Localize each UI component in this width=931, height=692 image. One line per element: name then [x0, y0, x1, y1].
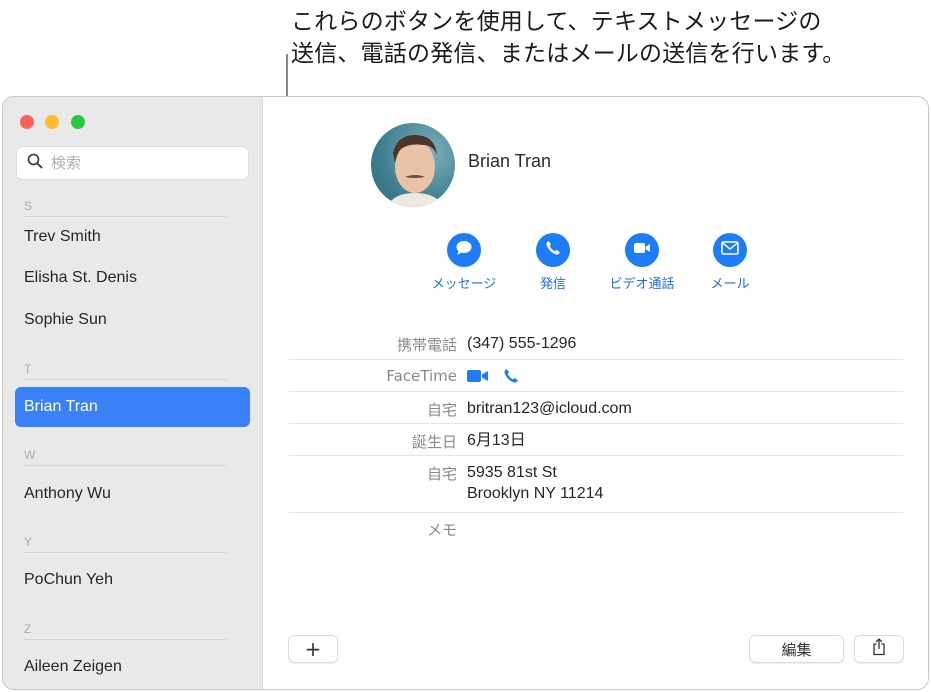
video-camera-icon: [633, 241, 651, 260]
message-action-button[interactable]: メッセージ: [419, 233, 509, 292]
action-label: メッセージ: [431, 277, 497, 292]
sidebar: S Trev Smith Elisha St. Denis Sophie Sun…: [3, 97, 263, 689]
field-facetime: FaceTime: [289, 360, 903, 392]
facetime-audio-icon[interactable]: [503, 368, 519, 389]
callout-line-2: 送信、電話の発信、またはメールの送信を行います。: [291, 41, 846, 67]
field-label: 携帯電話: [396, 336, 457, 354]
field-label: 自宅: [426, 401, 457, 419]
envelope-icon: [721, 240, 739, 260]
field-mobile-phone: 携帯電話 (347) 555-1296: [289, 327, 903, 360]
minimize-button[interactable]: [45, 115, 59, 129]
add-contact-button[interactable]: +: [288, 635, 338, 663]
field-label: FaceTime: [386, 367, 457, 385]
contact-list-item[interactable]: Anthony Wu: [15, 474, 250, 514]
field-address: 自宅 5935 81st St Brooklyn NY 11214: [289, 456, 903, 513]
section-header-w: W: [24, 448, 226, 466]
action-label: ビデオ通話: [609, 277, 675, 292]
contact-list-item-selected[interactable]: Brian Tran: [15, 387, 250, 427]
field-birthday: 誕生日 6月13日: [289, 424, 903, 456]
address-value[interactable]: 5935 81st St Brooklyn NY 11214: [467, 462, 603, 504]
share-button[interactable]: [854, 635, 904, 663]
callout-line-1: これらのボタンを使用して、テキストメッセージの: [291, 9, 822, 35]
section-header-t: T: [24, 362, 226, 380]
contact-name: Brian Tran: [468, 151, 552, 171]
action-label: メール: [710, 277, 750, 292]
field-label: 自宅: [426, 465, 457, 483]
section-header-s: S: [24, 199, 226, 217]
contact-list-item[interactable]: Trev Smith: [15, 217, 250, 257]
contact-list-item[interactable]: PoChun Yeh: [15, 560, 250, 600]
birthday-value: 6月13日: [467, 432, 526, 449]
search-icon: [27, 153, 43, 174]
field-email: 自宅 britran123@icloud.com: [289, 392, 903, 424]
share-icon: [872, 638, 886, 660]
section-header-y: Y: [24, 535, 226, 553]
plus-icon: +: [304, 637, 322, 661]
contact-list-item[interactable]: Elisha St. Denis: [15, 258, 250, 298]
callout-annotation: これらのボタンを使用して、テキストメッセージの 送信、電話の発信、またはメールの…: [291, 6, 846, 70]
message-bubble-icon: [455, 239, 473, 262]
field-label: メモ: [426, 521, 457, 539]
contact-avatar: [371, 123, 455, 207]
facetime-video-icon[interactable]: [467, 369, 489, 388]
phone-number-value[interactable]: (347) 555-1296: [467, 333, 576, 354]
field-label: 誕生日: [411, 433, 457, 451]
section-header-z: Z: [24, 622, 226, 640]
search-input[interactable]: [51, 154, 231, 172]
search-field[interactable]: [16, 146, 249, 180]
field-note: メモ: [289, 513, 903, 545]
phone-icon: [545, 240, 561, 261]
action-label[interactable]: 発信: [508, 273, 598, 292]
mail-action-button[interactable]: メール: [685, 233, 775, 292]
close-button[interactable]: [20, 115, 34, 129]
email-value[interactable]: britran123@icloud.com: [467, 398, 632, 419]
address-line-2: Brooklyn NY 11214: [467, 485, 604, 502]
contact-list-item[interactable]: Sophie Sun: [15, 300, 250, 340]
edit-button[interactable]: 編集: [749, 635, 844, 663]
contacts-window: S Trev Smith Elisha St. Denis Sophie Sun…: [2, 96, 929, 690]
address-line-1: 5935 81st St: [467, 464, 557, 481]
contact-list-item[interactable]: Aileen Zeigen: [15, 647, 250, 687]
call-action-button[interactable]: 発信: [508, 233, 598, 292]
zoom-button[interactable]: [71, 115, 85, 129]
video-call-action-button[interactable]: ビデオ通話: [597, 233, 687, 292]
